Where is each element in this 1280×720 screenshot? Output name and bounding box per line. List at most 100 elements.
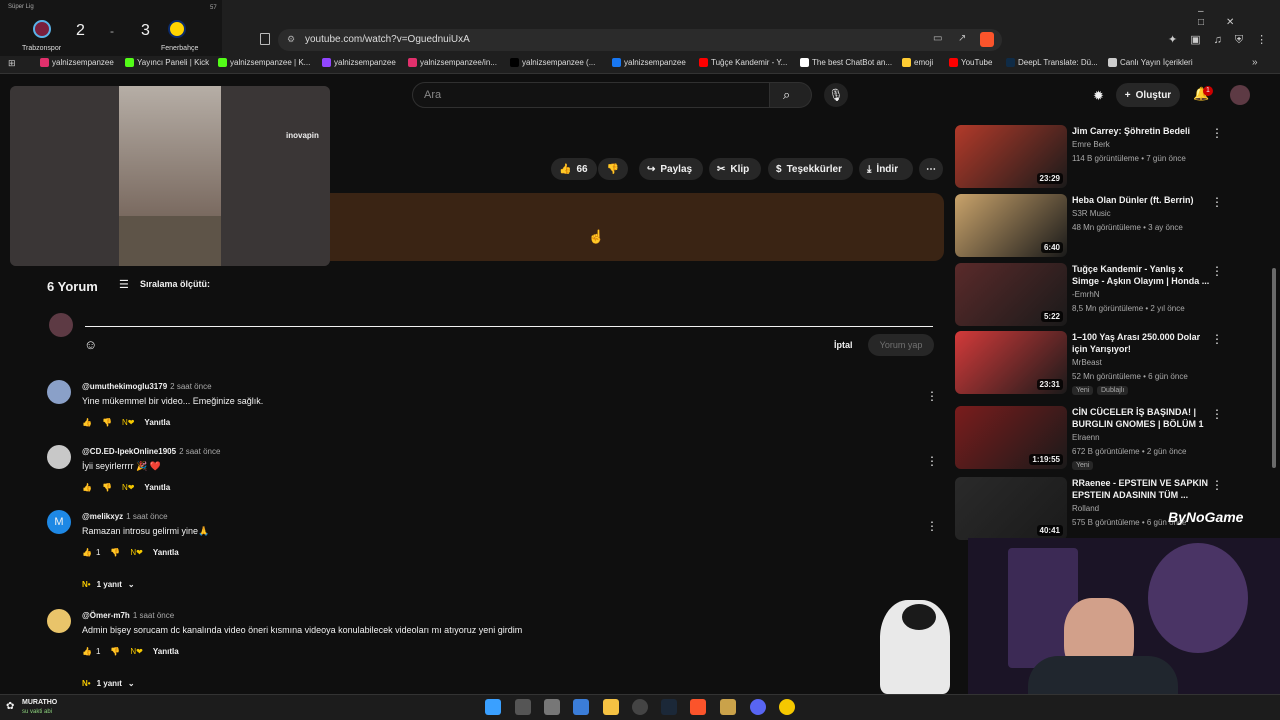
bookmark-item[interactable]: yalnizsempanzee (... (510, 58, 595, 67)
steam-icon[interactable] (661, 699, 677, 715)
comment-avatar[interactable]: M (47, 510, 71, 534)
more-actions-button[interactable]: ⋯ (919, 158, 943, 180)
reply-button[interactable]: Yanıtla (144, 483, 170, 492)
bookmark-item[interactable]: DeepL Translate: Dü... (1006, 58, 1098, 67)
video-thumbnail[interactable]: 23:31 (955, 331, 1067, 394)
recommended-video[interactable]: 5:22 Tuğçe Kandemir - Yanlış x Simge - Aş… (955, 263, 1275, 327)
reply-button[interactable]: Yanıtla (153, 647, 179, 656)
sort-label[interactable]: Sıralama ölçütü: (140, 279, 210, 289)
video-title[interactable]: Heba Olan Dünler (ft. Berrin) (1072, 194, 1212, 206)
comment-like-icon[interactable]: 👍 (82, 418, 92, 427)
video-channel[interactable]: Elraenn (1072, 433, 1100, 442)
bookmark-item[interactable]: yalnizsempanzee | K... (218, 58, 310, 67)
account-avatar[interactable] (1230, 85, 1250, 105)
video-channel[interactable]: S3R Music (1072, 209, 1111, 218)
dislike-button[interactable]: 👎 (598, 158, 628, 180)
window-controls[interactable]: –□✕ (1198, 6, 1280, 28)
comment-menu-icon[interactable]: ⋮ (926, 455, 938, 467)
view-replies-button[interactable]: N• 1 yanıt ⌄ (82, 679, 135, 688)
video-menu-icon[interactable]: ⋮ (1211, 265, 1223, 277)
reply-button[interactable]: Yanıtla (144, 418, 170, 427)
comment-author[interactable]: @umuthekimoglu3179 2 saat önce (82, 382, 212, 391)
studio-icon[interactable]: ✹ (1093, 88, 1104, 104)
description-box[interactable] (330, 193, 944, 261)
recommended-video[interactable]: 6:40 Heba Olan Dünler (ft. Berrin) S3R Mus… (955, 194, 1275, 258)
video-title[interactable]: RRaenee - EPSTEIN VE SAPKIN EPSTEIN ADAS… (1072, 477, 1212, 501)
bookmark-item[interactable]: The best ChatBot an... (800, 58, 892, 67)
bookmark-item[interactable]: Tuğçe Kandemir - Y... (699, 58, 787, 67)
video-channel[interactable]: Rolland (1072, 504, 1099, 513)
comment-time[interactable]: 2 saat önce (179, 447, 220, 456)
comment-username[interactable]: @Ömer-m7h (82, 611, 130, 620)
recommended-video[interactable]: 1:19:55 CİN CÜCELER İŞ BAŞINDA! | BURGLIN… (955, 406, 1275, 470)
search-button[interactable]: ⌕ (770, 82, 812, 108)
comment-author[interactable]: @CD.ED-IpekOnline1905 2 saat önce (82, 447, 220, 456)
video-thumbnail[interactable]: 1:19:55 (955, 406, 1067, 469)
comment-username[interactable]: @umuthekimoglu3179 (82, 382, 167, 391)
emoji-icon[interactable]: ☺ (84, 337, 97, 352)
recommended-video[interactable]: 23:29 Jim Carrey: Şöhretin Bedeli Emre Ber… (955, 125, 1275, 189)
bookmark-item[interactable]: yalnizsempanzee (322, 58, 396, 67)
bookmark-item[interactable]: emoji (902, 58, 933, 67)
extension-icons[interactable]: ✦▣♫⛨⋮ (1168, 33, 1280, 47)
comment-dislike-icon[interactable]: 👎 (110, 647, 120, 656)
like-button[interactable]: 👍 66 (551, 158, 597, 180)
cast-icon[interactable]: ▭ (933, 33, 942, 44)
discord-icon[interactable] (750, 699, 766, 715)
brave-icon[interactable] (690, 699, 706, 715)
address-bar[interactable]: ⚙ youtube.com/watch?v=OguednuiUxA ▭ ↗ (278, 29, 1002, 51)
comment-time[interactable]: 2 saat önce (170, 382, 211, 391)
obs-icon[interactable] (632, 699, 648, 715)
comment-input[interactable] (85, 326, 933, 327)
thanks-button[interactable]: $ Teşekkürler (768, 158, 853, 180)
windows-start-icon[interactable] (485, 699, 501, 715)
download-button[interactable]: ⤓ İndir (859, 158, 913, 180)
create-button[interactable]: + Oluştur (1116, 83, 1180, 107)
video-menu-icon[interactable]: ⋮ (1211, 333, 1223, 345)
mini-player[interactable]: inovapin (10, 86, 330, 266)
recommended-video[interactable]: 23:31 1–100 Yaş Arası 250.000 Dolar için … (955, 331, 1275, 395)
comment-time[interactable]: 1 saat önce (133, 611, 174, 620)
share-icon[interactable]: ↗ (958, 33, 966, 44)
share-button[interactable]: ↪ Paylaş (639, 158, 703, 180)
bookmark-item[interactable]: YouTube (949, 58, 992, 67)
comment-dislike-icon[interactable]: 👎 (102, 483, 112, 492)
video-title[interactable]: Tuğçe Kandemir - Yanlış x Simge - Aşkın … (1072, 263, 1212, 287)
media-icon[interactable] (720, 699, 736, 715)
site-info-icon[interactable]: ⚙ (287, 34, 295, 45)
video-menu-icon[interactable]: ⋮ (1211, 479, 1223, 491)
video-channel[interactable]: MrBeast (1072, 358, 1102, 367)
comment-username[interactable]: @melikxyz (82, 512, 123, 521)
video-menu-icon[interactable]: ⋮ (1211, 127, 1223, 139)
bookmark-item[interactable]: Yayıncı Paneli | Kick (125, 58, 209, 67)
apps-icon[interactable]: ⊞ (8, 58, 16, 69)
video-thumbnail[interactable]: 23:29 (955, 125, 1067, 188)
file-explorer-icon[interactable] (603, 699, 619, 715)
comment-like-icon[interactable]: 👍 (82, 483, 92, 492)
sidebar-scrollbar[interactable] (1272, 268, 1276, 468)
bookmark-item[interactable]: Canlı Yayın İçerikleri (1108, 58, 1193, 67)
comment-like-icon[interactable]: 👍 (82, 548, 92, 557)
comment-username[interactable]: @CD.ED-IpekOnline1905 (82, 447, 176, 456)
app-icon-1[interactable] (544, 699, 560, 715)
comment-author[interactable]: @Ömer-m7h 1 saat önce (82, 611, 174, 620)
comment-like-icon[interactable]: 👍 (82, 647, 92, 656)
comment-avatar[interactable] (47, 609, 71, 633)
comment-avatar[interactable] (47, 380, 71, 404)
video-title[interactable]: Jim Carrey: Şöhretin Bedeli (1072, 125, 1212, 137)
submit-comment-button[interactable]: Yorum yap (868, 334, 934, 356)
video-menu-icon[interactable]: ⋮ (1211, 408, 1223, 420)
comment-time[interactable]: 1 saat önce (126, 512, 167, 521)
video-thumbnail[interactable]: 5:22 (955, 263, 1067, 326)
comment-menu-icon[interactable]: ⋮ (926, 390, 938, 402)
bookmark-item[interactable]: yalnizsempanzee (40, 58, 114, 67)
video-title[interactable]: CİN CÜCELER İŞ BAŞINDA! | BURGLIN GNOMES… (1072, 406, 1212, 430)
mic-icon[interactable]: 🎙 (824, 83, 848, 107)
video-channel[interactable]: Emre Berk (1072, 140, 1110, 149)
view-replies-button[interactable]: N• 1 yanıt ⌄ (82, 580, 135, 589)
comment-dislike-icon[interactable]: 👎 (102, 418, 112, 427)
app-icon-2[interactable] (779, 699, 795, 715)
reply-button[interactable]: Yanıtla (153, 548, 179, 557)
video-thumbnail[interactable]: 40:41 (955, 477, 1067, 540)
sort-icon[interactable]: ☰ (119, 278, 129, 291)
